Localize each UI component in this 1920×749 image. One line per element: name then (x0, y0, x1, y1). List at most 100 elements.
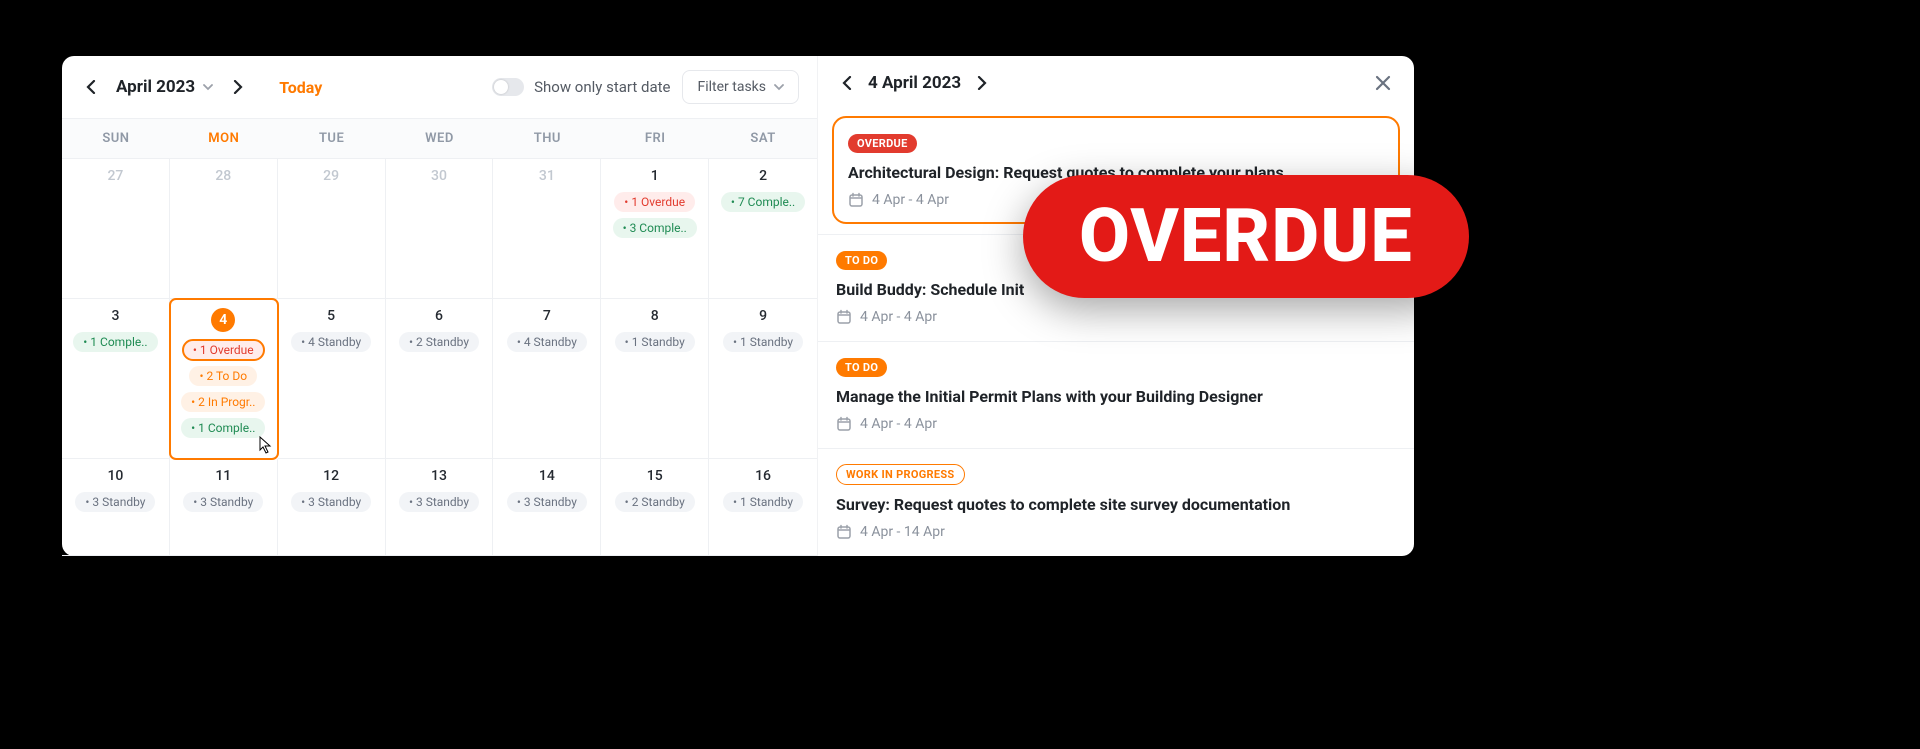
task-count-pill[interactable]: • 4 Standby (291, 332, 371, 352)
day-number: 14 (539, 468, 555, 484)
calendar-icon (836, 524, 852, 540)
status-badge: TO DO (836, 358, 887, 377)
calendar-toolbar: April 2023 Today Show only start date Fi… (62, 56, 817, 118)
day-number: 12 (323, 468, 339, 484)
task-dates: 4 Apr - 14 Apr (836, 524, 1396, 540)
weekday-header: SUNMONTUEWEDTHUFRISAT (62, 118, 817, 159)
day-number: 16 (755, 468, 771, 484)
weekday-label: FRI (601, 119, 709, 158)
task-count-pill[interactable]: • 1 Overdue (614, 192, 695, 212)
day-number: 10 (107, 468, 123, 484)
task-count-pill[interactable]: • 1 Comple.. (73, 332, 157, 352)
status-badge: WORK IN PROGRESS (836, 464, 965, 485)
calendar-icon (848, 192, 864, 208)
task-title: Manage the Initial Permit Plans with you… (836, 387, 1396, 406)
next-month-button[interactable] (227, 76, 249, 98)
day-number: 11 (215, 468, 231, 484)
calendar-day-cell[interactable]: 8• 1 Standby (601, 299, 709, 459)
weekday-label: THU (493, 119, 601, 158)
task-count-pill[interactable]: • 1 Standby (615, 332, 695, 352)
prev-month-button[interactable] (80, 76, 102, 98)
task-count-pill[interactable]: • 3 Standby (399, 492, 479, 512)
day-number: 30 (431, 168, 447, 184)
next-day-button[interactable] (971, 72, 993, 94)
calendar-day-cell[interactable]: 31 (493, 159, 601, 299)
task-count-pill[interactable]: • 2 In Progr.. (181, 392, 265, 412)
calendar-day-cell[interactable]: 29 (278, 159, 386, 299)
weekday-label: MON (170, 119, 278, 158)
calendar-day-cell[interactable]: 9• 1 Standby (709, 299, 817, 459)
task-title: Survey: Request quotes to complete site … (836, 495, 1396, 514)
calendar-day-cell[interactable]: 2 • 7 Comple.. (709, 159, 817, 299)
calendar-day-cell[interactable]: 12 • 3 Standby (278, 459, 386, 556)
task-count-pill[interactable]: • 4 Standby (507, 332, 587, 352)
chevron-down-icon (774, 84, 784, 91)
task-count-pill[interactable]: • 3 Standby (507, 492, 587, 512)
calendar-day-cell[interactable]: 14 • 3 Standby (493, 459, 601, 556)
close-button[interactable] (1370, 70, 1396, 96)
start-date-toggle-label: Show only start date (534, 78, 670, 96)
task-count-pill[interactable]: • 3 Comple.. (613, 218, 697, 238)
task-date-range: 4 Apr - 4 Apr (860, 416, 937, 432)
task-dates: 4 Apr - 4 Apr (836, 416, 1396, 432)
day-number: 27 (107, 168, 123, 184)
calendar-panel: April 2023 Today Show only start date Fi… (62, 56, 818, 556)
start-date-toggle-group: Show only start date (492, 78, 670, 96)
calendar-day-cell[interactable]: 15 • 2 Standby (601, 459, 709, 556)
calendar-day-cell[interactable]: 16 • 1 Standby (709, 459, 817, 556)
filter-tasks-button[interactable]: Filter tasks (682, 70, 799, 104)
task-item[interactable]: TO DO Manage the Initial Permit Plans wit… (818, 341, 1414, 448)
task-count-pill[interactable]: • 1 Standby (723, 332, 803, 352)
day-number: 15 (647, 468, 663, 484)
task-count-pill[interactable]: • 1 Overdue (183, 340, 264, 360)
day-number: 6 (435, 308, 443, 324)
task-count-pill[interactable]: • 2 Standby (615, 492, 695, 512)
task-item[interactable]: WORK IN PROGRESS Survey: Request quotes t… (818, 448, 1414, 556)
calendar-day-cell[interactable]: 10 • 3 Standby (62, 459, 170, 556)
calendar-day-cell[interactable]: 1• 1 Overdue• 3 Comple.. (601, 159, 709, 299)
calendar-day-cell[interactable]: 13 • 3 Standby (386, 459, 494, 556)
task-count-pill[interactable]: • 3 Standby (75, 492, 155, 512)
status-badge: OVERDUE (848, 134, 917, 153)
task-count-pill[interactable]: • 1 Standby (723, 492, 803, 512)
task-count-pill[interactable]: • 2 To Do (189, 366, 257, 386)
cursor-icon (257, 436, 273, 454)
month-label-text: April 2023 (116, 77, 195, 97)
task-count-pill[interactable]: • 3 Standby (291, 492, 371, 512)
day-number: 2 (759, 168, 767, 184)
task-count-pill[interactable]: • 2 Standby (399, 332, 479, 352)
calendar-day-cell[interactable]: 11 • 3 Standby (170, 459, 278, 556)
calendar-grid: 27282930311• 1 Overdue• 3 Comple..2• 7 C… (62, 159, 817, 556)
weekday-label: SAT (709, 119, 817, 158)
start-date-toggle[interactable] (492, 78, 524, 96)
task-count-pill[interactable]: • 3 Standby (183, 492, 263, 512)
calendar-icon (836, 309, 852, 325)
chevron-down-icon (203, 84, 213, 91)
weekday-label: TUE (278, 119, 386, 158)
calendar-day-cell[interactable]: 7• 4 Standby (493, 299, 601, 459)
day-number: 13 (431, 468, 447, 484)
calendar-day-cell[interactable]: 6 • 2 Standby (386, 299, 494, 459)
day-number: 28 (215, 168, 231, 184)
month-picker[interactable]: April 2023 (116, 77, 213, 97)
task-dates: 4 Apr - 4 Apr (836, 309, 1396, 325)
calendar-day-cell[interactable]: 30 (386, 159, 494, 299)
today-button[interactable]: Today (279, 78, 322, 97)
filter-tasks-label: Filter tasks (697, 79, 766, 95)
day-number: 5 (327, 308, 335, 324)
calendar-day-cell[interactable]: 3• 1 Comple.. (62, 299, 170, 459)
prev-day-button[interactable] (836, 72, 858, 94)
calendar-day-cell[interactable]: 5 • 4 Standby (278, 299, 386, 459)
detail-date: 4 April 2023 (868, 73, 961, 93)
detail-header: 4 April 2023 (818, 56, 1414, 110)
calendar-day-cell[interactable]: 28 (170, 159, 278, 299)
calendar-day-cell[interactable]: 27 (62, 159, 170, 299)
day-number: 31 (539, 168, 555, 184)
day-number: 29 (323, 168, 339, 184)
day-number: 4 (211, 308, 235, 332)
task-count-pill[interactable]: • 7 Comple.. (721, 192, 805, 212)
task-count-pill[interactable]: • 1 Comple.. (181, 418, 265, 438)
calendar-icon (836, 416, 852, 432)
calendar-day-cell[interactable]: 4 • 1 Overdue • 2 To Do • 2 In Progr.. • 1 C… (170, 299, 278, 459)
task-date-range: 4 Apr - 14 Apr (860, 524, 945, 540)
